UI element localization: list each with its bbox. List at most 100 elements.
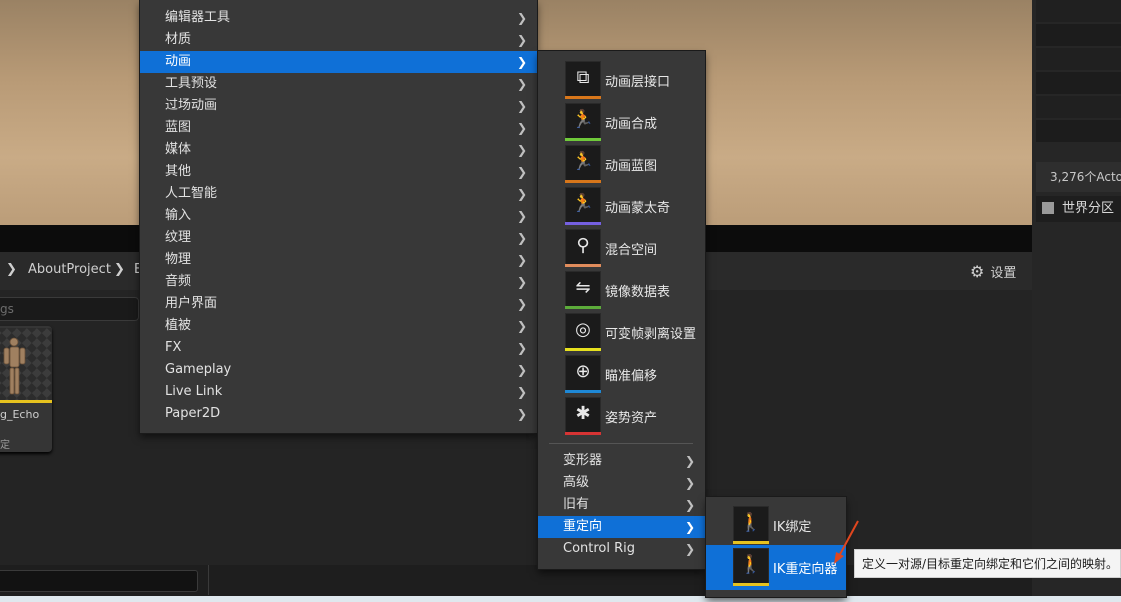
menu-item-label: Live Link: [165, 384, 223, 399]
menu-item-label: 其他: [165, 164, 192, 179]
ik-retargeter-icon: 🚶: [733, 548, 769, 584]
chevron-right-icon: ❯: [516, 275, 527, 289]
breadcrumb-item[interactable]: AboutProject: [28, 262, 111, 277]
menu-item-gameplay[interactable]: Gameplay ❯: [140, 359, 537, 381]
outliner-row[interactable]: [1036, 96, 1121, 118]
create-asset-menu: 编辑器工具 ❯ 材质 ❯ 动画 ❯ 工具预设 ❯ 过场动画 ❯ 蓝图 ❯ 媒体 ❯ 其他 ❯ 人…: [140, 0, 537, 433]
menu-item-blend-space[interactable]: ⚲ 混合空间: [565, 229, 705, 267]
menu-item-label: Paper2D: [165, 406, 221, 421]
character-icon: [3, 337, 26, 395]
menu-item-label: 蓝图: [165, 120, 192, 135]
menu-item-physics[interactable]: 物理 ❯: [140, 249, 537, 271]
menu-item-frame-strip[interactable]: ◎ 可变帧剥离设置: [565, 313, 705, 351]
asset-type: 定: [0, 440, 10, 451]
menu-item-label: 物理: [165, 252, 192, 267]
menu-item-anim-blueprint[interactable]: 🏃 动画蓝图: [565, 145, 705, 183]
anim-montage-icon: 🏃: [565, 187, 601, 223]
menu-item-foliage[interactable]: 植被 ❯: [140, 315, 537, 337]
menu-item-label: 重定向: [563, 519, 603, 534]
chevron-right-icon: ❯: [516, 385, 527, 399]
menu-item-audio[interactable]: 音频 ❯: [140, 271, 537, 293]
asset-type-bar: [0, 400, 52, 403]
chevron-right-icon: ❯: [684, 542, 695, 556]
settings-button[interactable]: ⚙ 设置: [970, 262, 1016, 281]
chevron-right-icon: ❯: [516, 121, 527, 135]
menu-item-mirror-table[interactable]: ⇋ 镜像数据表: [565, 271, 705, 309]
chevron-right-icon: ❯: [516, 407, 527, 421]
chevron-right-icon: ❯: [516, 77, 527, 91]
aim-offset-icon: ⊕: [565, 355, 601, 391]
chevron-right-icon: ❯: [516, 209, 527, 223]
asset-color-bar: [565, 264, 601, 267]
window-edge: [0, 596, 1121, 602]
menu-item-label: 工具预设: [165, 76, 218, 91]
menu-item-label: 过场动画: [165, 98, 218, 113]
outliner-row[interactable]: [1036, 48, 1121, 70]
asset-color-bar: [565, 180, 601, 183]
menu-item-input[interactable]: 输入 ❯: [140, 205, 537, 227]
outliner-row[interactable]: [1036, 72, 1121, 94]
asset-tile[interactable]: g_Echo 定: [0, 326, 52, 452]
menu-item-aim-offset[interactable]: ⊕ 瞄准偏移: [565, 355, 705, 393]
menu-item-material[interactable]: 材质 ❯: [140, 29, 537, 51]
actor-count-label: 3,276个Acto: [1036, 162, 1121, 192]
menu-item-media[interactable]: 媒体 ❯: [140, 139, 537, 161]
menu-item-misc[interactable]: 其他 ❯: [140, 161, 537, 183]
anim-composite-icon: 🏃: [565, 103, 601, 139]
menu-item-pose-asset[interactable]: ✱ 姿势资产: [565, 397, 705, 435]
chevron-right-icon: ❯: [516, 231, 527, 245]
chevron-right-icon: ❯: [684, 476, 695, 490]
outliner-rows: [1036, 0, 1121, 160]
menu-item-label: 动画合成: [605, 117, 658, 132]
menu-item-control-rig[interactable]: Control Rig ❯: [538, 538, 705, 560]
menu-item-label: 高级: [563, 475, 590, 490]
menu-item-fx[interactable]: FX ❯: [140, 337, 537, 359]
menu-item-legacy[interactable]: 旧有 ❯: [538, 494, 705, 516]
chevron-right-icon: ❯: [684, 498, 695, 512]
console-input[interactable]: [0, 570, 198, 592]
tooltip: 定义一对源/目标重定向绑定和它们之间的映射。: [854, 549, 1121, 578]
asset-color-bar: [565, 306, 601, 309]
outliner-row[interactable]: [1036, 120, 1121, 142]
menu-item-paper2d[interactable]: Paper2D ❯: [140, 403, 537, 425]
menu-item-editor-tools[interactable]: 编辑器工具 ❯: [140, 7, 537, 29]
menu-item-label: 音频: [165, 274, 192, 289]
menu-item-label: Control Rig: [563, 541, 636, 556]
mirror-table-icon: ⇋: [565, 271, 601, 307]
menu-item-label: FX: [165, 340, 182, 355]
menu-item-blueprint[interactable]: 蓝图 ❯: [140, 117, 537, 139]
grid-icon: [1042, 202, 1054, 214]
world-partition-tab[interactable]: 世界分区: [1036, 196, 1121, 222]
menu-item-label: 镜像数据表: [605, 285, 671, 300]
chevron-right-icon: ❯: [516, 99, 527, 113]
menu-item-advanced[interactable]: 高级 ❯: [538, 472, 705, 494]
menu-item-texture[interactable]: 纹理 ❯: [140, 227, 537, 249]
anim-blueprint-icon: 🏃: [565, 145, 601, 181]
menu-item-user-interface[interactable]: 用户界面 ❯: [140, 293, 537, 315]
asset-color-bar: [733, 583, 769, 586]
menu-item-tool-presets[interactable]: 工具预设 ❯: [140, 73, 537, 95]
menu-item-label: 动画: [165, 54, 192, 69]
menu-item-deformer[interactable]: 变形器 ❯: [538, 450, 705, 472]
menu-item-label: 用户界面: [165, 296, 218, 311]
menu-item-anim-montage[interactable]: 🏃 动画蒙太奇: [565, 187, 705, 225]
outliner-row[interactable]: [1036, 24, 1121, 46]
outliner-row[interactable]: [1036, 0, 1121, 22]
search-input[interactable]: gs: [0, 297, 139, 321]
menu-item-label: 瞄准偏移: [605, 369, 658, 384]
frame-strip-icon: ◎: [565, 313, 601, 349]
menu-item-animation[interactable]: 动画 ❯: [140, 51, 537, 73]
menu-item-live-link[interactable]: Live Link ❯: [140, 381, 537, 403]
chevron-right-icon: ❯: [516, 297, 527, 311]
settings-label: 设置: [990, 266, 1017, 281]
menu-item-anim-composite[interactable]: 🏃 动画合成: [565, 103, 705, 141]
asset-thumbnail: [0, 328, 52, 403]
menu-item-ai[interactable]: 人工智能 ❯: [140, 183, 537, 205]
blend-space-icon: ⚲: [565, 229, 601, 265]
menu-item-anim-layer-interface[interactable]: ⧉ 动画层接口: [565, 61, 705, 99]
asset-color-bar: [565, 348, 601, 351]
menu-item-label: 人工智能: [165, 186, 218, 201]
chevron-right-icon: ❯: [684, 520, 695, 534]
menu-item-cinematics[interactable]: 过场动画 ❯: [140, 95, 537, 117]
menu-item-retarget[interactable]: 重定向 ❯: [538, 516, 705, 538]
